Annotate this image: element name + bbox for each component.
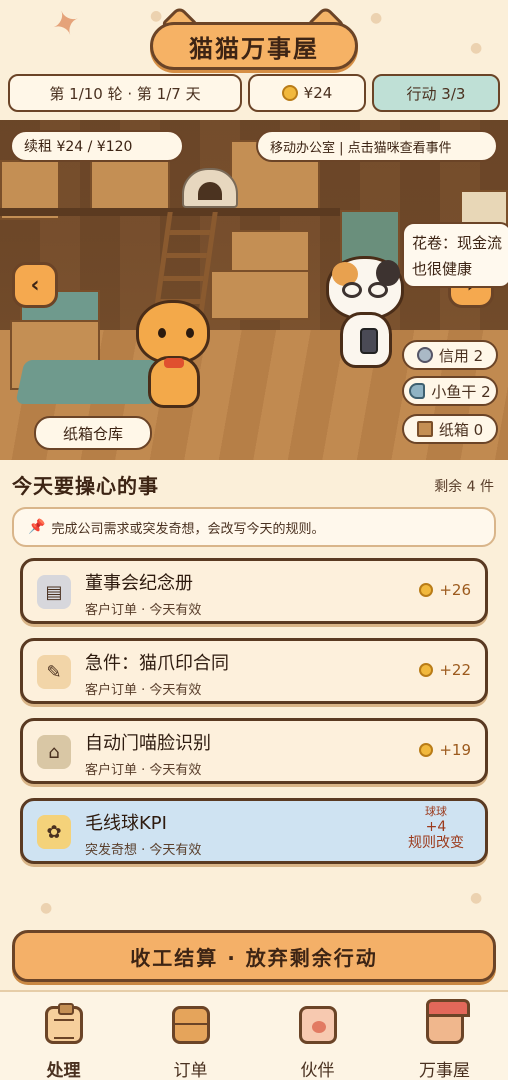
- shop-icon: ⌂: [37, 735, 71, 769]
- bottom-navigation: 处理 订单 伙伴 万事屋: [0, 990, 508, 1080]
- nav-label: 订单: [173, 1061, 208, 1080]
- tasks-remaining-count: 剩余 4 件: [434, 479, 494, 495]
- credit-label: 信用 2: [438, 346, 484, 365]
- contract-icon: ✎: [37, 655, 71, 689]
- reward-amount: +22: [439, 661, 471, 679]
- coin-icon: [419, 583, 434, 597]
- chevron-left-icon: ‹: [30, 272, 40, 298]
- paw-decoration-icon: ●: [370, 10, 383, 26]
- task-title: 毛线球KPI: [85, 813, 167, 834]
- orange-cat-character[interactable]: [130, 292, 220, 414]
- box-icon: [416, 421, 433, 437]
- paw-icon: [299, 1006, 337, 1044]
- fish-decoration-icon: ✦: [46, 0, 87, 48]
- fish-label: 小鱼干 2: [431, 382, 491, 401]
- cat-head: [136, 300, 210, 364]
- task-subtitle: 客户订单 · 今天有效: [85, 683, 202, 698]
- rule-badge-value: +4: [425, 819, 447, 835]
- bow-tie: [164, 358, 184, 368]
- previous-location-button[interactable]: ‹: [12, 262, 58, 308]
- rent-status: 续租 ¥24 / ¥120: [10, 130, 184, 162]
- box-label: 纸箱 0: [438, 420, 484, 439]
- task-title: 自动门喵脸识别: [85, 733, 211, 754]
- box-resource: 纸箱 0: [402, 414, 498, 444]
- task-subtitle: 客户订单 · 今天有效: [85, 763, 202, 778]
- glasses-icon: [342, 282, 362, 298]
- task-card[interactable]: ⌂ 自动门喵脸识别 客户订单 · 今天有效 +19: [20, 718, 488, 784]
- nav-tab-partners[interactable]: 伙伴: [254, 992, 381, 1080]
- task-card[interactable]: ▤ 董事会纪念册 客户订单 · 今天有效 +26: [20, 558, 488, 624]
- phone-icon: [360, 328, 378, 354]
- location-name: 纸箱仓库: [34, 416, 152, 450]
- move-office-button[interactable]: 移动办公室 | 点击猫咪查看事件: [256, 130, 498, 162]
- coin-icon: [419, 663, 434, 677]
- task-card-special[interactable]: ✿ 毛线球KPI 突发奇想 · 今天有效 球球 +4 规则改变: [20, 798, 488, 864]
- nav-tab-handle[interactable]: 处理: [0, 992, 127, 1080]
- nav-label: 伙伴: [300, 1061, 335, 1080]
- task-reward: +19: [419, 741, 471, 759]
- task-reward: +22: [419, 661, 471, 679]
- credit-icon: [416, 347, 433, 363]
- clipboard-icon: [45, 1003, 83, 1044]
- cash-register-icon: ▤: [37, 575, 71, 609]
- pin-icon: 📌: [28, 519, 46, 535]
- coin-icon: [281, 85, 298, 101]
- coin-balance: ¥24: [248, 74, 366, 112]
- actions-remaining: 行动 3/3: [372, 74, 500, 112]
- glasses-icon: [368, 282, 388, 298]
- paw-decoration-icon: ●: [40, 900, 53, 916]
- tasks-tip: 📌 完成公司需求或突发奇想，会改写今天的规则。: [12, 507, 496, 547]
- nav-tab-shop[interactable]: 万事屋: [381, 992, 508, 1080]
- box-icon: [172, 1006, 210, 1044]
- coin-icon: [419, 743, 434, 757]
- credit-resource: 信用 2: [402, 340, 498, 370]
- tip-text: 完成公司需求或突发奇想，会改写今天的规则。: [51, 521, 325, 537]
- yarn-bell-icon: ✿: [37, 815, 71, 849]
- coin-amount: ¥24: [303, 84, 333, 102]
- nav-label: 处理: [46, 1061, 81, 1080]
- tasks-section-title: 今天要操心的事: [12, 474, 159, 498]
- cat-eye: [186, 328, 194, 338]
- oven: [182, 168, 238, 208]
- cardboard-box: [210, 270, 310, 320]
- nav-label: 万事屋: [419, 1061, 470, 1080]
- rule-badge-top: 球球: [425, 805, 447, 818]
- nav-tab-orders[interactable]: 订单: [127, 992, 254, 1080]
- cat-eye: [158, 328, 166, 338]
- page-title: 猫猫万事屋: [150, 22, 358, 70]
- reward-amount: +19: [439, 741, 471, 759]
- house-icon: [426, 999, 470, 1044]
- reward-amount: +26: [439, 581, 471, 599]
- cat-speech-bubble: 花卷：现金流也很健康: [402, 222, 508, 288]
- paw-decoration-icon: ●: [470, 40, 483, 56]
- office-scene[interactable]: [0, 120, 508, 460]
- task-title: 急件：猫爪印合同: [85, 653, 229, 674]
- task-card[interactable]: ✎ 急件：猫爪印合同 客户订单 · 今天有效 +22: [20, 638, 488, 704]
- task-subtitle: 突发奇想 · 今天有效: [85, 843, 202, 858]
- task-reward: +26: [419, 581, 471, 599]
- rule-change-badge: 球球 +4 规则改变: [399, 805, 473, 851]
- game-title-banner: 猫猫万事屋: [150, 5, 358, 70]
- fish-icon: [409, 383, 426, 399]
- fish-resource: 小鱼干 2: [402, 376, 498, 406]
- paw-decoration-icon: ●: [470, 890, 483, 906]
- rule-badge-label: 规则改变: [408, 835, 464, 851]
- calico-cat-character[interactable]: [320, 248, 410, 372]
- task-title: 董事会纪念册: [85, 573, 193, 594]
- end-day-button[interactable]: 收工结算 · 放弃剩余行动: [12, 930, 496, 982]
- task-subtitle: 客户订单 · 今天有效: [85, 603, 202, 618]
- round-day-indicator: 第 1/10 轮 · 第 1/7 天: [8, 74, 242, 112]
